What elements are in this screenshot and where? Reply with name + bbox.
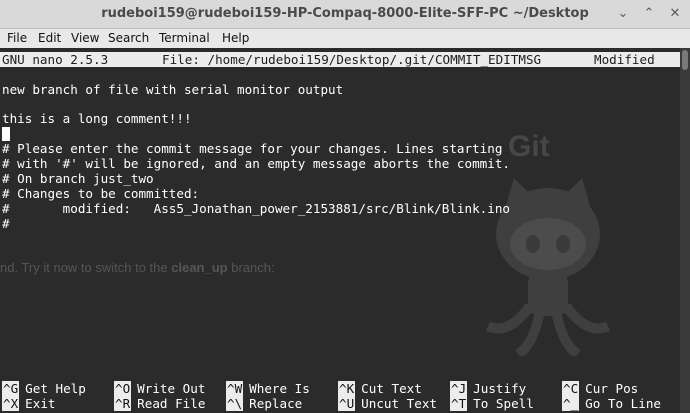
- window-title: rudeboi159@rudeboi159-HP-Compaq-8000-Eli…: [101, 6, 589, 21]
- menu-bar: File Edit View Search Terminal Help: [0, 29, 690, 48]
- nano-version: GNU nano 2.5.3: [2, 52, 109, 67]
- shortcut-get-help[interactable]: ^G Get Help: [2, 381, 86, 396]
- shortcut-cut-text[interactable]: ^K Cut Text: [338, 381, 422, 396]
- title-bar[interactable]: rudeboi159@rudeboi159-HP-Compaq-8000-Eli…: [0, 0, 690, 29]
- shortcut-read-file[interactable]: ^R Read File: [114, 396, 205, 411]
- minimize-icon[interactable]: ⌄: [614, 5, 632, 23]
- editor-line[interactable]: # On branch just_two: [2, 171, 154, 186]
- shortcut-to-spell[interactable]: ^T To Spell: [450, 396, 534, 411]
- nano-header: GNU nano 2.5.3 File: /home/rudeboi159/De…: [0, 52, 680, 67]
- menu-terminal[interactable]: Terminal: [159, 31, 210, 45]
- shortcut-cur-pos[interactable]: ^C Cur Pos: [562, 381, 638, 396]
- editor-line[interactable]: # with '#' will be ignored, and an empty…: [2, 156, 510, 171]
- menu-help[interactable]: Help: [222, 31, 249, 45]
- menu-search[interactable]: Search: [108, 31, 149, 45]
- menu-view[interactable]: View: [71, 31, 99, 45]
- shortcut-where-is[interactable]: ^W Where Is: [226, 381, 310, 396]
- editor-line[interactable]: this is a long comment!!!: [2, 111, 192, 126]
- shortcut-write-out[interactable]: ^O Write Out: [114, 381, 205, 396]
- editor-line[interactable]: new branch of file with serial monitor o…: [2, 82, 343, 97]
- close-icon[interactable]: ✕: [666, 5, 684, 23]
- terminal-window: rudeboi159@rudeboi159-HP-Compaq-8000-Eli…: [0, 0, 690, 413]
- nano-status: Modified: [594, 52, 655, 67]
- editor-line[interactable]: # modified: Ass5_Jonathan_power_2153881/…: [2, 201, 510, 216]
- menu-edit[interactable]: Edit: [38, 31, 61, 45]
- background-git-text: Git: [508, 130, 550, 163]
- shortcut-justify[interactable]: ^J Justify: [450, 381, 526, 396]
- terminal-area[interactable]: Git nd. Try it now to switch to the clea…: [0, 48, 680, 413]
- editor-line[interactable]: # Please enter the commit message for yo…: [2, 141, 502, 156]
- shortcut-exit[interactable]: ^X Exit: [2, 396, 56, 411]
- background-note: nd. Try it now to switch to the clean_up…: [0, 260, 275, 275]
- shortcut-uncut-text[interactable]: ^U Uncut Text: [338, 396, 437, 411]
- menu-file[interactable]: File: [7, 31, 27, 45]
- shortcut-go-to-line[interactable]: ^_ Go To Line: [562, 396, 661, 411]
- text-cursor: [2, 127, 10, 141]
- maximize-icon[interactable]: ⌃: [640, 5, 658, 23]
- scrollbar-thumb[interactable]: [682, 50, 688, 70]
- shortcut-replace[interactable]: ^\ Replace: [226, 396, 302, 411]
- editor-line[interactable]: # Changes to be committed:: [2, 186, 199, 201]
- editor-line[interactable]: #: [2, 216, 10, 231]
- nano-file-path: File: /home/rudeboi159/Desktop/.git/COMM…: [162, 52, 542, 67]
- terminal-scrollbar[interactable]: [680, 48, 690, 413]
